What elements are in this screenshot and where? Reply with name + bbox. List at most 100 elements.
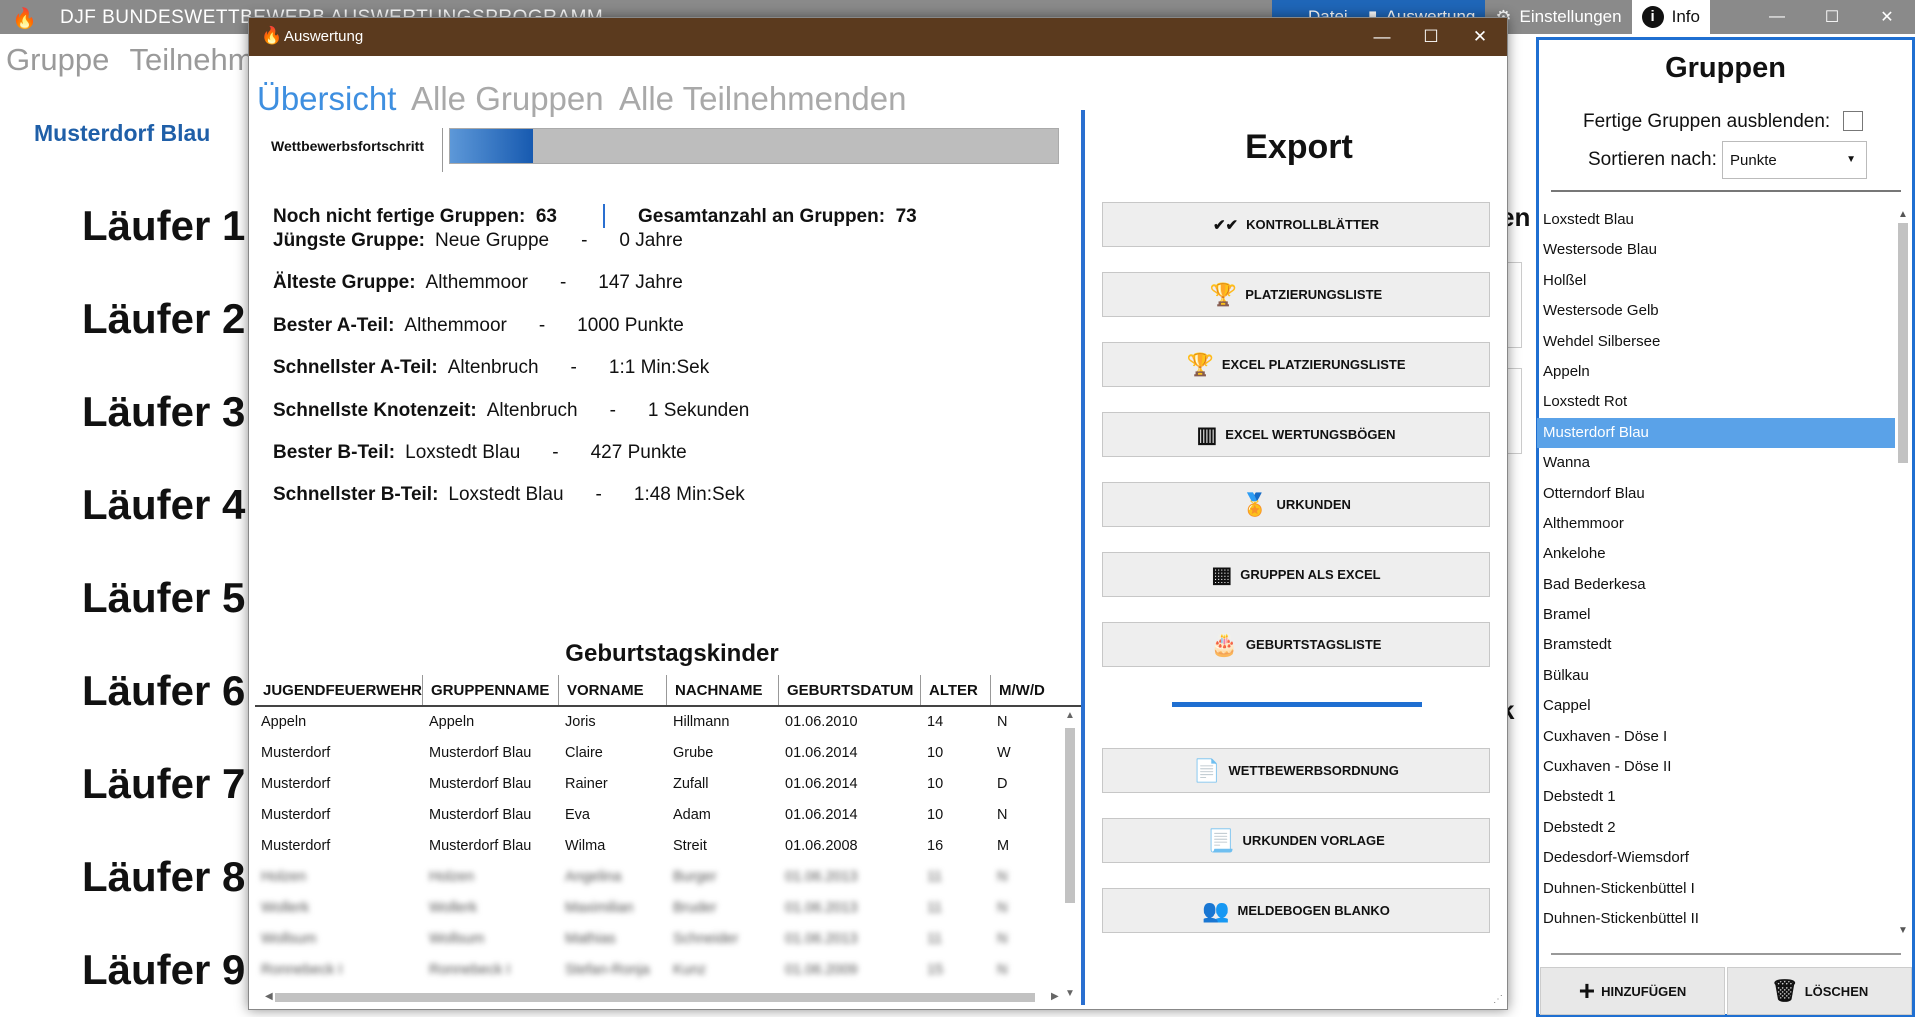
group-list-item[interactable]: Bramstedt	[1537, 630, 1895, 660]
export-button-geburtstagsliste[interactable]: 🎂 GEBURTSTAGSLISTE	[1102, 622, 1490, 667]
scroll-left-icon[interactable]: ◀	[265, 991, 273, 1002]
stat-row: Jüngste Gruppe: Neue Gruppe - 0 Jahre	[273, 230, 683, 252]
table-cell: 01.06.2014	[785, 776, 858, 792]
scroll-down-icon[interactable]: ▼	[1065, 988, 1075, 999]
table-cell: Appeln	[261, 714, 307, 730]
column-header[interactable]: GRUPPENNAME	[423, 675, 559, 705]
group-list-item[interactable]: Holßel	[1537, 266, 1895, 296]
scrollbar-thumb[interactable]	[275, 993, 1035, 1002]
tab-gruppe[interactable]: Gruppe	[6, 42, 109, 77]
group-list-item[interactable]: Duhnen-Stickenbüttel II	[1537, 904, 1895, 934]
group-list-item[interactable]: Appeln	[1537, 357, 1895, 387]
group-list-item[interactable]: Ankelohe	[1537, 539, 1895, 569]
column-header[interactable]: ALTER	[921, 675, 991, 705]
group-list-item[interactable]: Althemmoor	[1537, 509, 1895, 539]
divider	[1551, 953, 1901, 955]
table-row[interactable]: Wollsum Wollsum Mathias Schneider 01.06.2013…	[255, 924, 1085, 955]
group-list-scrollbar[interactable]: ▲ ▼	[1896, 209, 1910, 939]
table-header: JUGENDFEUERWEHR GRUPPENNAME VORNAME NACHNAM…	[255, 675, 1085, 707]
hide-finished-checkbox[interactable]	[1843, 111, 1863, 131]
group-list-item[interactable]: Cuxhaven - Döse II	[1537, 752, 1895, 782]
group-list-item[interactable]: Westersode Blau	[1537, 235, 1895, 265]
scrollbar-thumb[interactable]	[1065, 728, 1075, 903]
delete-group-button[interactable]: 🗑 LÖSCHEN	[1727, 967, 1912, 1015]
stat-row: Schnellster B-Teil: Loxstedt Blau - 1:48 Mi…	[273, 484, 745, 506]
table-row[interactable]: Ronnebeck I Ronnebeck I Stefan-Ronja Kunz 01…	[255, 955, 1085, 986]
column-header[interactable]: M/W/D	[991, 675, 1085, 705]
tab-uebersicht[interactable]: Übersicht	[257, 80, 396, 118]
table-row[interactable]: Musterdorf Musterdorf Blau Eva Adam 01.06.20…	[255, 800, 1085, 831]
table-cell: Musterdorf	[261, 776, 331, 792]
column-header[interactable]: NACHNAME	[667, 675, 779, 705]
runner-label: Läufer 9	[82, 946, 246, 993]
group-list-item[interactable]: Otterndorf Blau	[1537, 479, 1895, 509]
stat-name: Loxstedt Blau	[448, 484, 564, 505]
column-header[interactable]: JUGENDFEUERWEHR	[255, 675, 423, 705]
main-close-button[interactable]: ✕	[1860, 0, 1914, 34]
group-list-item[interactable]: Debstedt 1	[1537, 782, 1895, 812]
group-list-item[interactable]: Loxstedt Blau	[1537, 205, 1895, 235]
table-cell: Grube	[673, 745, 714, 761]
dialog-close-button[interactable]: ✕	[1455, 22, 1505, 52]
stat-value: 1 Sekunden	[647, 400, 750, 421]
column-header[interactable]: GEBURTSDATUM	[779, 675, 921, 705]
table-row[interactable]: Musterdorf Musterdorf Blau Rainer Zufall 01.…	[255, 769, 1085, 800]
export-button-excel-platzierungsliste[interactable]: 🏆 EXCEL PLATZIERUNGSLISTE	[1102, 342, 1490, 387]
group-list-item[interactable]: Duhnen-Stickenbüttel I	[1537, 874, 1895, 904]
tab-einstellungen-label: Einstellungen	[1519, 7, 1622, 26]
group-list-item[interactable]: Dedesdorf-Wiemsdorf	[1537, 843, 1895, 873]
scrollbar-thumb[interactable]	[1898, 223, 1908, 463]
main-minimize-button[interactable]: —	[1750, 0, 1804, 34]
group-list-item[interactable]: Wanna	[1537, 448, 1895, 478]
group-list-item[interactable]: Musterdorf Blau	[1537, 417, 1895, 449]
dialog-title-bar[interactable]: 🔥 Auswertung — ☐ ✕	[249, 18, 1507, 56]
scroll-up-icon[interactable]: ▲	[1896, 209, 1910, 220]
group-list-item[interactable]: Loxstedt Rot	[1537, 387, 1895, 417]
group-list-item[interactable]: Bad Bederkesa	[1537, 570, 1895, 600]
group-list-item[interactable]: Cuxhaven - Döse I	[1537, 722, 1895, 752]
export-button-platzierungsliste[interactable]: 🏆 PLATZIERUNGSLISTE	[1102, 272, 1490, 317]
tab-alle-gruppen[interactable]: Alle Gruppen	[411, 80, 604, 118]
export-button-urkunden[interactable]: 🏅 URKUNDEN	[1102, 482, 1490, 527]
export-button-urkunden-vorlage[interactable]: 📃 URKUNDEN VORLAGE	[1102, 818, 1490, 863]
excel-icon: ▦	[1211, 561, 1233, 587]
group-list-item[interactable]: Bramel	[1537, 600, 1895, 630]
group-list-item[interactable]: Bülkau	[1537, 661, 1895, 691]
group-list-item[interactable]: Cappel	[1537, 691, 1895, 721]
dialog-maximize-button[interactable]: ☐	[1406, 22, 1456, 52]
group-list-item[interactable]: Westersode Gelb	[1537, 296, 1895, 326]
table-row[interactable]: Wollerk Wollerk Maximilian Bruder 01.06.2013…	[255, 893, 1085, 924]
stat-label: Gesamtanzahl an Gruppen:	[638, 206, 886, 227]
scroll-down-icon[interactable]: ▼	[1896, 925, 1910, 936]
dialog-minimize-button[interactable]: —	[1357, 22, 1407, 52]
table-row[interactable]: Musterdorf Musterdorf Blau Claire Grube 01.0…	[255, 738, 1085, 769]
export-button-kontrollblätter[interactable]: ✔✔ KONTROLLBLÄTTER	[1102, 202, 1490, 247]
export-button-meldebogen-blanko[interactable]: 👥 MELDEBOGEN BLANKO	[1102, 888, 1490, 933]
sort-select[interactable]: Punkte ▼	[1722, 141, 1867, 179]
scroll-right-icon[interactable]: ▶	[1051, 991, 1059, 1002]
tab-alle-teilnehmenden[interactable]: Alle Teilnehmenden	[619, 80, 906, 118]
export-title: Export	[1245, 128, 1353, 166]
table-row[interactable]: Appeln Appeln Joris Hillmann 01.06.2010 14 N	[255, 707, 1085, 738]
resize-grip-icon[interactable]: ⋰	[1493, 994, 1503, 1005]
cake-icon: 🎂	[1210, 631, 1238, 657]
scroll-up-icon[interactable]: ▲	[1065, 710, 1075, 721]
group-list-item[interactable]: Debstedt 2	[1537, 813, 1895, 843]
table-row[interactable]: Holzen Holzen Angelina Burger 01.06.2013 11 N	[255, 862, 1085, 893]
export-button-wettbewerbsordnung[interactable]: 📄 WETTBEWERBSORDNUNG	[1102, 748, 1490, 793]
tab-info[interactable]: i Info	[1631, 0, 1710, 34]
main-maximize-button[interactable]: ☐	[1805, 0, 1859, 34]
add-group-button[interactable]: + HINZUFÜGEN	[1540, 967, 1725, 1015]
table-cell: 16	[927, 838, 944, 854]
table-cell: 01.06.2013	[785, 869, 858, 885]
table-cell: Ronnebeck I	[261, 962, 343, 978]
table-cell: 01.06.2008	[785, 838, 858, 854]
birthday-table-hscrollbar[interactable]: ◀ ▶	[265, 990, 1065, 1004]
table-row[interactable]: Musterdorf Musterdorf Blau Wilma Streit 01.0…	[255, 831, 1085, 862]
group-list-item[interactable]: Wehdel Silbersee	[1537, 327, 1895, 357]
export-button-excel-wertungsbögen[interactable]: ▥ EXCEL WERTUNGSBÖGEN	[1102, 412, 1490, 457]
export-button-gruppen-als-excel[interactable]: ▦ GRUPPEN ALS EXCEL	[1102, 552, 1490, 597]
stat-value: 1:1 Min:Sek	[608, 357, 710, 378]
column-header[interactable]: VORNAME	[559, 675, 667, 705]
birthday-table-vscrollbar[interactable]: ▲ ▼	[1063, 710, 1077, 1000]
